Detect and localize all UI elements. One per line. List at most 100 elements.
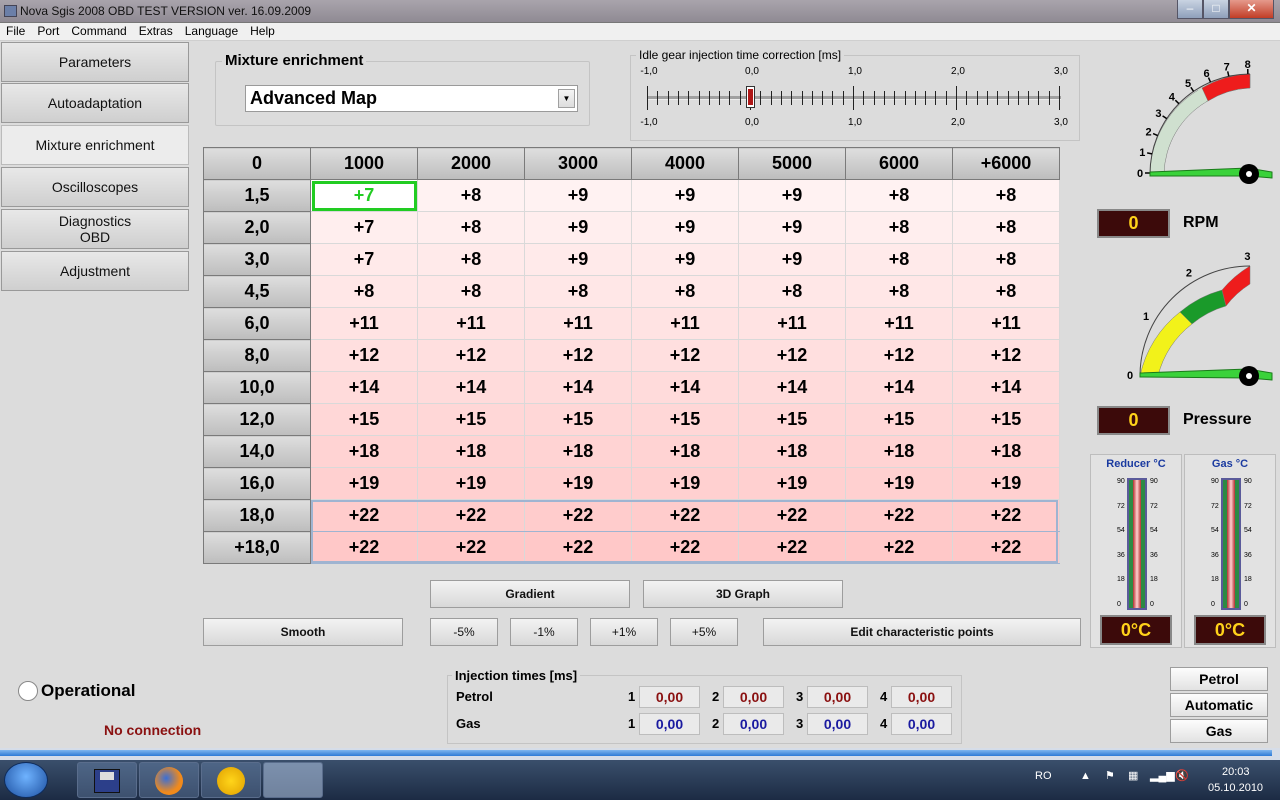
clock-time[interactable]: 20:03: [1222, 766, 1250, 778]
menu-language[interactable]: Language: [179, 23, 244, 40]
map-cell[interactable]: +18: [524, 435, 632, 468]
map-cell[interactable]: +9: [631, 211, 739, 244]
map-cell[interactable]: +9: [631, 179, 739, 212]
taskbar-firefox-icon[interactable]: [139, 762, 199, 798]
map-cell[interactable]: +11: [738, 307, 846, 340]
map-cell[interactable]: +8: [310, 275, 418, 308]
map-cell[interactable]: +19: [631, 467, 739, 500]
map-cell[interactable]: +9: [524, 243, 632, 276]
minimize-button[interactable]: –: [1177, 0, 1203, 19]
map-cell[interactable]: +8: [845, 211, 953, 244]
map-cell[interactable]: +8: [417, 211, 525, 244]
map-select[interactable]: Advanced Map ▼: [245, 85, 578, 112]
map-cell[interactable]: +12: [417, 339, 525, 372]
map-cell[interactable]: +12: [738, 339, 846, 372]
map-cell[interactable]: +7: [310, 179, 418, 212]
map-cell[interactable]: +18: [417, 435, 525, 468]
map-cell[interactable]: +19: [952, 467, 1060, 500]
edit-characteristic-points-button[interactable]: Edit characteristic points: [763, 618, 1081, 646]
map-cell[interactable]: +12: [845, 339, 953, 372]
map-cell[interactable]: +9: [631, 243, 739, 276]
map-cell[interactable]: +11: [631, 307, 739, 340]
map-cell[interactable]: +8: [738, 275, 846, 308]
map-cell[interactable]: +14: [417, 371, 525, 404]
map-cell[interactable]: +18: [631, 435, 739, 468]
clock-date[interactable]: 05.10.2010: [1208, 782, 1263, 794]
map-cell[interactable]: +18: [845, 435, 953, 468]
menu-extras[interactable]: Extras: [133, 23, 179, 40]
map-cell[interactable]: +9: [524, 179, 632, 212]
map-cell[interactable]: +22: [845, 499, 953, 532]
chevron-down-icon[interactable]: ▼: [558, 89, 575, 108]
signal-icon[interactable]: ▂▄▆: [1150, 769, 1175, 782]
menu-command[interactable]: Command: [65, 23, 132, 40]
map-cell[interactable]: +8: [417, 275, 525, 308]
map-cell[interactable]: +12: [310, 339, 418, 372]
map-cell[interactable]: +8: [417, 179, 525, 212]
map-cell[interactable]: +19: [524, 467, 632, 500]
map-cell[interactable]: +8: [524, 275, 632, 308]
tray-arrow-icon[interactable]: ▲: [1080, 770, 1091, 782]
nav-adjustment[interactable]: Adjustment: [1, 251, 189, 291]
map-cell[interactable]: +14: [952, 371, 1060, 404]
map-cell[interactable]: +9: [524, 211, 632, 244]
map-cell[interactable]: +15: [524, 403, 632, 436]
nav-parameters[interactable]: Parameters: [1, 42, 189, 82]
map-cell[interactable]: +22: [631, 499, 739, 532]
map-cell[interactable]: +8: [952, 243, 1060, 276]
map-cell[interactable]: +18: [952, 435, 1060, 468]
map-cell[interactable]: +8: [417, 243, 525, 276]
map-cell[interactable]: +15: [310, 403, 418, 436]
nav-mixture-enrichment[interactable]: Mixture enrichment: [1, 125, 189, 165]
operational-radio[interactable]: [18, 681, 38, 701]
map-cell[interactable]: +9: [738, 243, 846, 276]
map-cell[interactable]: +14: [524, 371, 632, 404]
map-cell[interactable]: +11: [417, 307, 525, 340]
map-cell[interactable]: +22: [952, 499, 1060, 532]
map-cell[interactable]: +8: [845, 179, 953, 212]
taskbar-app-save-icon[interactable]: [77, 762, 137, 798]
map-cell[interactable]: +22: [952, 531, 1060, 564]
map-cell[interactable]: +15: [738, 403, 846, 436]
map-cell[interactable]: +11: [524, 307, 632, 340]
maximize-button[interactable]: □: [1203, 0, 1229, 19]
map-cell[interactable]: +7: [310, 211, 418, 244]
map-cell[interactable]: +15: [952, 403, 1060, 436]
map-cell[interactable]: +19: [738, 467, 846, 500]
plus-5-button[interactable]: +5%: [670, 618, 738, 646]
map-cell[interactable]: +11: [310, 307, 418, 340]
map-cell[interactable]: +12: [524, 339, 632, 372]
map-cell[interactable]: +22: [310, 499, 418, 532]
taskbar-active-window[interactable]: [263, 762, 323, 798]
map-cell[interactable]: +14: [738, 371, 846, 404]
map-cell[interactable]: +14: [845, 371, 953, 404]
map-cell[interactable]: +8: [845, 243, 953, 276]
map-cell[interactable]: +22: [417, 531, 525, 564]
map-cell[interactable]: +22: [417, 499, 525, 532]
map-cell[interactable]: +14: [631, 371, 739, 404]
map-cell[interactable]: +22: [738, 499, 846, 532]
gradient-button[interactable]: Gradient: [430, 580, 630, 608]
map-cell[interactable]: +22: [524, 531, 632, 564]
menu-port[interactable]: Port: [31, 23, 65, 40]
map-cell[interactable]: +8: [631, 275, 739, 308]
map-cell[interactable]: +15: [417, 403, 525, 436]
nav-diagnostics-obd[interactable]: Diagnostics OBD: [1, 209, 189, 249]
plus-1-button[interactable]: +1%: [590, 618, 658, 646]
mode-gas-button[interactable]: Gas: [1170, 719, 1268, 743]
map-cell[interactable]: +8: [952, 179, 1060, 212]
taskbar-messenger-icon[interactable]: [201, 762, 261, 798]
map-cell[interactable]: +8: [845, 275, 953, 308]
map-cell[interactable]: +22: [524, 499, 632, 532]
map-cell[interactable]: +12: [952, 339, 1060, 372]
map-cell[interactable]: +11: [952, 307, 1060, 340]
map-cell[interactable]: +22: [738, 531, 846, 564]
close-button[interactable]: ✕: [1229, 0, 1274, 19]
map-cell[interactable]: +11: [845, 307, 953, 340]
volume-icon[interactable]: 🔇: [1175, 769, 1189, 782]
map-cell[interactable]: +18: [310, 435, 418, 468]
map-cell[interactable]: +14: [310, 371, 418, 404]
smooth-button[interactable]: Smooth: [203, 618, 403, 646]
menu-file[interactable]: File: [0, 23, 31, 40]
map-cell[interactable]: +7: [310, 243, 418, 276]
